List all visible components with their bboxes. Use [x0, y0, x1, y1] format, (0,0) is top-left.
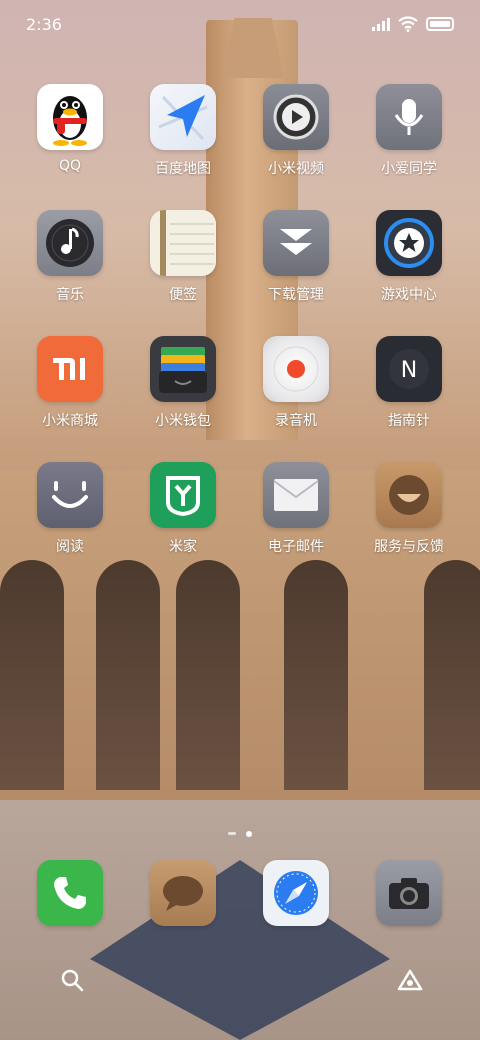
wallpaper-arch	[424, 560, 480, 790]
app-baidu-map[interactable]: 百度地图	[127, 84, 239, 194]
reader-face-icon	[37, 462, 103, 528]
app-label: 电子邮件	[268, 539, 324, 555]
dock	[14, 860, 466, 930]
status-icons	[372, 16, 454, 32]
app-label: 服务与反馈	[374, 539, 444, 555]
status-bar: 2:36	[0, 0, 480, 50]
message-bubble-icon	[150, 860, 216, 926]
battery-icon	[426, 17, 454, 31]
signal-icon	[372, 17, 390, 31]
app-mi-video[interactable]: 小米视频	[240, 84, 352, 194]
wallpaper-arch	[176, 560, 240, 790]
camera-icon	[376, 860, 442, 926]
app-label: 小米商城	[42, 413, 98, 429]
app-music[interactable]: 音乐	[14, 210, 126, 320]
app-notes[interactable]: 便签	[127, 210, 239, 320]
mijia-icon	[150, 462, 216, 528]
wallpaper-arch	[96, 560, 160, 790]
mail-icon	[263, 462, 329, 528]
wallet-icon	[150, 336, 216, 402]
page-indicator[interactable]	[0, 831, 480, 837]
app-service-feedback[interactable]: 服务与反馈	[353, 462, 465, 572]
app-label: 音乐	[56, 287, 84, 303]
app-label: 小米视频	[268, 161, 324, 177]
phone-icon	[37, 860, 103, 926]
app-compass[interactable]: N 指南针	[353, 336, 465, 446]
game-star-icon	[376, 210, 442, 276]
app-email[interactable]: 电子邮件	[240, 462, 352, 572]
record-icon	[263, 336, 329, 402]
svg-text:N: N	[401, 358, 417, 383]
app-downloads[interactable]: 下载管理	[240, 210, 352, 320]
app-label: 录音机	[275, 413, 317, 429]
baidu-map-icon	[150, 84, 216, 150]
download-icon	[263, 210, 329, 276]
app-label: 便签	[169, 287, 197, 303]
app-mi-store[interactable]: 小米商城	[14, 336, 126, 446]
status-time: 2:36	[26, 15, 62, 34]
app-label: 阅读	[56, 539, 84, 555]
feedback-smile-icon	[376, 462, 442, 528]
app-label: 小米钱包	[155, 413, 211, 429]
mi-logo-icon	[37, 336, 103, 402]
app-game-center[interactable]: 游戏中心	[353, 210, 465, 320]
app-mi-wallet[interactable]: 小米钱包	[127, 336, 239, 446]
app-mijia[interactable]: 米家	[127, 462, 239, 572]
app-xiaoai[interactable]: 小爱同学	[353, 84, 465, 194]
assistant-icon[interactable]	[396, 968, 424, 996]
microphone-icon	[376, 84, 442, 150]
search-icon[interactable]	[60, 968, 84, 996]
browser-compass-icon	[263, 860, 329, 926]
music-note-icon	[37, 210, 103, 276]
dock-camera[interactable]	[353, 860, 465, 970]
app-label: QQ	[58, 158, 82, 174]
wifi-icon	[398, 16, 418, 32]
dock-browser[interactable]	[240, 860, 352, 970]
qq-penguin-icon	[37, 84, 103, 150]
wallpaper-arch	[0, 560, 64, 790]
dock-messages[interactable]	[127, 860, 239, 970]
app-label: 游戏中心	[381, 287, 437, 303]
app-qq[interactable]: QQ	[14, 84, 126, 194]
app-label: 下载管理	[268, 287, 324, 303]
app-reader[interactable]: 阅读	[14, 462, 126, 572]
app-label: 米家	[169, 539, 197, 555]
compass-n-icon: N	[376, 336, 442, 402]
page-dot[interactable]	[228, 832, 236, 835]
app-label: 小爱同学	[381, 161, 437, 177]
app-label: 指南针	[388, 413, 430, 429]
wallpaper-arch	[284, 560, 348, 790]
app-label: 百度地图	[155, 161, 211, 177]
notes-icon	[150, 210, 216, 276]
page-dot-active[interactable]	[246, 831, 252, 837]
dock-phone[interactable]	[14, 860, 126, 970]
video-play-icon	[263, 84, 329, 150]
app-recorder[interactable]: 录音机	[240, 336, 352, 446]
